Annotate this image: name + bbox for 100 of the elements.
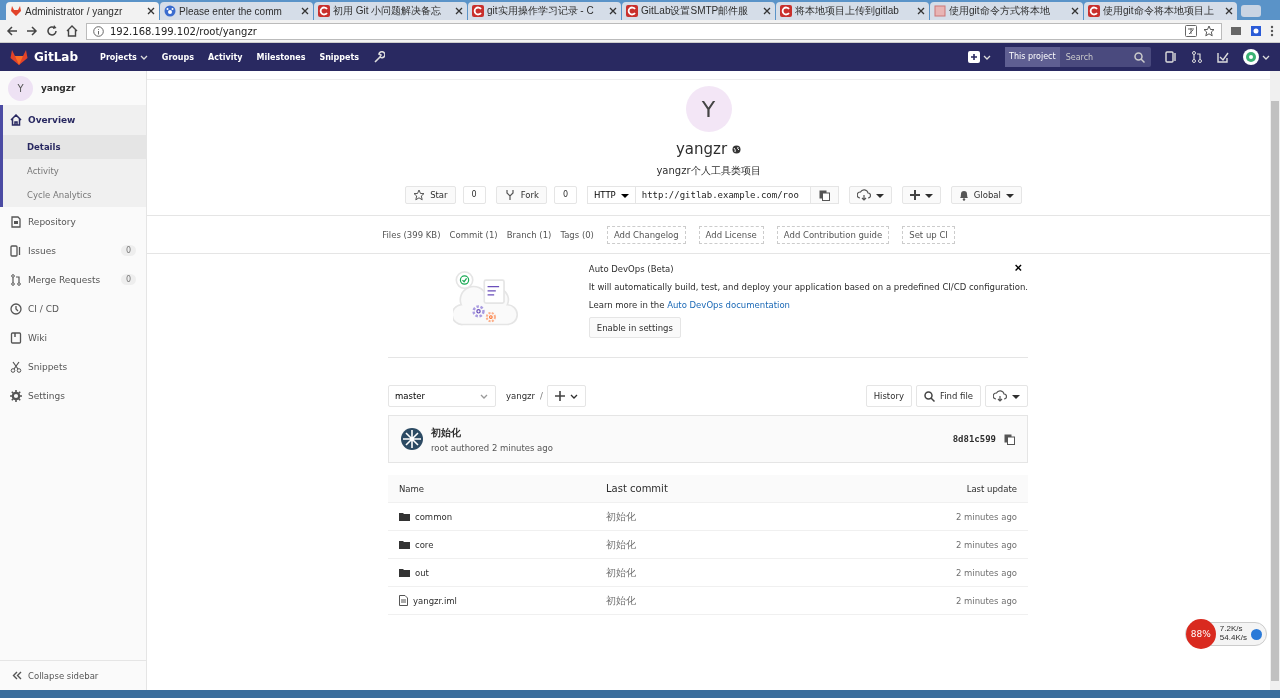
add-file-button[interactable]: Add Contribution guide (776, 225, 890, 244)
file-name[interactable]: core (399, 539, 606, 550)
nav-link[interactable]: Milestones (256, 52, 306, 62)
nav-link[interactable]: Projects (100, 52, 148, 62)
gitlab-logo-text[interactable]: GitLab (34, 50, 79, 64)
search-icon (923, 390, 935, 402)
user-menu-button[interactable] (1243, 49, 1270, 65)
bell-icon (958, 189, 969, 201)
scrollbar[interactable] (1270, 71, 1280, 690)
close-icon (917, 7, 925, 15)
commit-link[interactable]: 初始化 (606, 509, 956, 524)
add-file-dropdown[interactable] (546, 385, 586, 407)
scrollbar-thumb[interactable] (1271, 101, 1279, 681)
documentation-link[interactable]: Auto DevOps documentation (667, 300, 790, 310)
find-file-button[interactable]: Find file (915, 385, 981, 407)
add-file-button[interactable]: Add Changelog (606, 225, 686, 244)
menu-icon (1270, 25, 1274, 37)
sidebar-item[interactable]: Wiki (0, 323, 146, 352)
nav-link[interactable]: Activity (208, 52, 243, 62)
nav-link[interactable]: Groups (161, 52, 195, 62)
clipboard-icon (1004, 433, 1015, 445)
sidebar-subitem[interactable]: Cycle Analytics (3, 183, 146, 207)
star-button[interactable]: Star (405, 186, 456, 204)
project-name[interactable]: yangzr (41, 83, 76, 93)
column-header: Last update (966, 483, 1017, 494)
commit-link[interactable]: 初始化 (606, 593, 956, 608)
browser-tab[interactable]: 将本地项目上传到gitlab (776, 2, 929, 20)
copy-button[interactable] (810, 186, 839, 204)
fork-button[interactable]: Fork (495, 186, 547, 204)
breadcrumb-link[interactable]: yangzr (506, 391, 535, 401)
commit-sha[interactable]: 8d81c599 (952, 434, 996, 444)
search-field[interactable]: Search (1059, 52, 1134, 62)
sidebar-item[interactable]: Repository (0, 207, 146, 236)
star-icon (413, 189, 426, 201)
file-name[interactable]: out (399, 567, 606, 578)
commit-author: root authored 2 minutes ago (431, 442, 553, 453)
sidebar-item[interactable]: Overview (3, 105, 146, 135)
table-cell: 2 minutes ago (955, 511, 1017, 522)
upload-speed: 7.2K/s (1219, 625, 1244, 634)
caret-icon (1005, 191, 1014, 199)
wrench-icon (373, 51, 386, 63)
browser-tab[interactable]: 初用 Git 小问题解决备忘 (314, 2, 467, 20)
add-file-button[interactable]: Set up CI (902, 225, 955, 244)
protocol-dropdown[interactable]: HTTP (586, 186, 636, 204)
branch-dropdown[interactable]: master (388, 385, 496, 407)
sidebar-subitem[interactable]: Activity (3, 159, 146, 183)
column-header: Last commit (606, 483, 669, 494)
sidebar-item[interactable]: CI / CD (0, 294, 146, 323)
forward-icon (26, 25, 38, 37)
sidebar-subitem[interactable]: Details (3, 135, 146, 159)
reload-icon (46, 25, 58, 37)
sidebar-item[interactable]: Snippets (0, 352, 146, 381)
commit-message[interactable]: 初始化 (431, 425, 553, 440)
c-letter-icon (1088, 5, 1100, 17)
caret-icon (983, 53, 991, 61)
enable-button[interactable]: Enable in settings (588, 317, 681, 338)
add-dropdown[interactable] (901, 186, 941, 204)
new-menu-button[interactable] (968, 51, 991, 63)
close-button[interactable]: × (1014, 261, 1022, 274)
stat-link[interactable]: Tags (0) (560, 229, 594, 240)
fox-logo-icon (10, 49, 28, 65)
history-button[interactable]: History (865, 385, 912, 407)
download-dropdown[interactable] (848, 186, 892, 204)
browser-tab[interactable]: 使用git命令方式将本地 (930, 2, 1083, 20)
count-badge: 0 (120, 245, 136, 256)
browser-tab[interactable]: Please enter the comm (160, 2, 313, 20)
stat-link[interactable]: Commit (1) (449, 229, 498, 240)
file-name[interactable]: yangzr.iml (399, 595, 606, 606)
nav-link[interactable]: Snippets (319, 52, 360, 62)
fork-icon (503, 189, 516, 201)
file-name[interactable]: common (399, 511, 606, 522)
sidebar-item[interactable]: Issues 0 (0, 236, 146, 265)
cloud-download-icon (856, 189, 871, 201)
commit-link[interactable]: 初始化 (606, 537, 956, 552)
browser-tab[interactable]: git实用操作学习记录 - C (468, 2, 621, 20)
add-file-button[interactable]: Add License (698, 225, 764, 244)
clone-url-field[interactable]: http://gitlab.example.com/roo (635, 186, 811, 204)
commit-link[interactable]: 初始化 (606, 565, 956, 580)
todo-check-icon (1217, 51, 1229, 63)
paw-icon (164, 5, 176, 17)
extension-icon (1250, 25, 1262, 37)
stat-link[interactable]: Branch (1) (506, 229, 552, 240)
download-dropdown[interactable] (985, 385, 1028, 407)
banner-title: Auto DevOps (Beta) (588, 264, 674, 274)
info-icon (93, 25, 104, 37)
sidebar-item[interactable]: Settings (0, 381, 146, 410)
notification-dropdown[interactable]: Global (950, 186, 1022, 204)
browser-tab[interactable]: Administrator / yangzr (6, 2, 159, 20)
sidebar-item[interactable]: Merge Requests 0 (0, 265, 146, 294)
browser-tab[interactable]: GitLab设置SMTP邮件服 (622, 2, 775, 20)
project-title: yangzr (675, 140, 728, 158)
project-avatar: Y (685, 86, 732, 132)
c-letter-icon (472, 5, 484, 17)
stat-link[interactable]: Files (399 KB) (382, 229, 441, 240)
address-field[interactable]: 192.168.199.102/root/yangzr (86, 22, 1222, 40)
search-icon (1134, 51, 1145, 63)
caret-icon (1012, 392, 1020, 400)
browser-tab[interactable]: 使用git命令将本地项目上 (1084, 2, 1237, 20)
count-badge: 0 (120, 274, 136, 285)
page-icon (934, 5, 946, 17)
